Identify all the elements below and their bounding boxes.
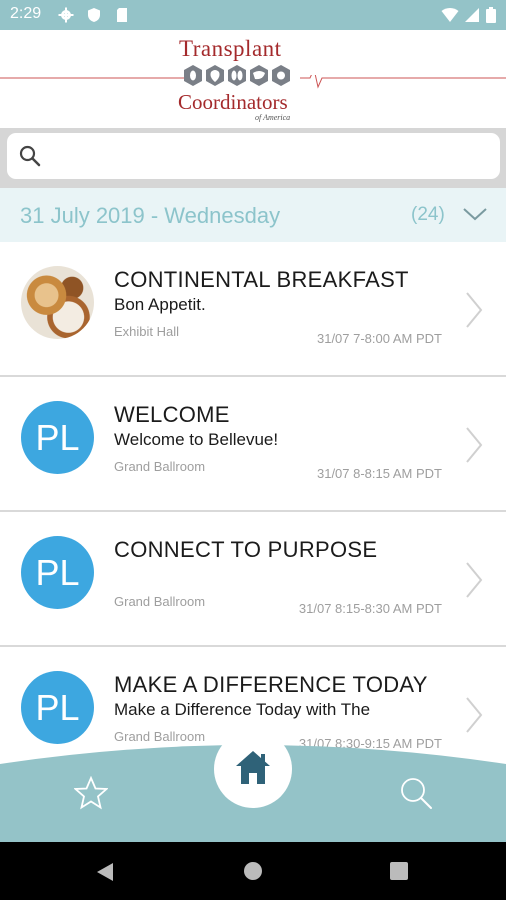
search-bar <box>0 128 506 188</box>
date-section-header[interactable]: 31 July 2019 - Wednesday (24) <box>0 188 506 242</box>
chevron-right-icon <box>466 562 483 598</box>
session-time: 31/07 8:15-8:30 AM PDT <box>298 601 442 616</box>
session-title: CONNECT TO PURPOSE <box>114 537 378 562</box>
session-subtitle: Make a Difference Today with The <box>114 700 371 719</box>
battery-icon <box>486 7 496 23</box>
session-location: Exhibit Hall <box>114 324 180 339</box>
search-icon <box>19 145 41 167</box>
session-subtitle: Welcome to Bellevue! <box>114 430 279 449</box>
home-icon <box>236 751 270 784</box>
home-button[interactable] <box>214 730 292 808</box>
gear-icon <box>58 7 74 23</box>
home-system-icon[interactable] <box>243 861 263 881</box>
avatar: PL <box>21 536 94 609</box>
avatar: PL <box>21 671 94 744</box>
chevron-right-icon <box>466 427 483 463</box>
wifi-icon <box>441 8 459 22</box>
session-title: CONTINENTAL BREAKFAST <box>114 267 409 292</box>
chevron-down-icon[interactable] <box>462 206 488 222</box>
system-navigation-bar <box>0 842 506 900</box>
session-time: 31/07 7-8:00 AM PDT <box>316 331 442 346</box>
status-time: 2:29 <box>10 5 42 22</box>
list-item[interactable]: CONTINENTAL BREAKFAST Bon Appetit. Exhib… <box>0 242 506 375</box>
list-item[interactable]: PL WELCOME Welcome to Bellevue! Grand Ba… <box>0 377 506 510</box>
logo-title: Transplant <box>179 36 282 61</box>
star-icon[interactable] <box>74 776 108 810</box>
section-count: (24) <box>411 204 445 225</box>
sd-card-icon <box>117 8 127 22</box>
logo-subtitle: Coordinators <box>178 90 288 114</box>
shield-icon <box>88 8 100 22</box>
session-location: Grand Ballroom <box>114 459 206 474</box>
logo-tagline: of America <box>255 113 291 122</box>
session-title: MAKE A DIFFERENCE TODAY <box>114 672 428 697</box>
signal-icon <box>465 8 479 22</box>
session-title: WELCOME <box>114 402 230 427</box>
session-subtitle: Bon Appetit. <box>114 295 206 314</box>
search-icon[interactable] <box>399 776 433 810</box>
chevron-right-icon <box>466 292 483 328</box>
session-location: Grand Ballroom <box>114 594 206 609</box>
chevron-right-icon <box>466 697 483 733</box>
session-time: 31/07 8-8:15 AM PDT <box>316 466 442 481</box>
recents-icon[interactable] <box>390 862 408 880</box>
avatar: PL <box>21 401 94 474</box>
organ-icons <box>184 65 290 86</box>
list-item[interactable]: PL CONNECT TO PURPOSE Grand Ballroom 31/… <box>0 512 506 645</box>
back-icon[interactable] <box>96 862 114 882</box>
app-header: Transplant Coordinators of America <box>0 30 506 128</box>
session-image <box>21 266 94 339</box>
status-bar: 2:29 <box>0 0 506 30</box>
section-date: 31 July 2019 - Wednesday <box>20 203 281 228</box>
search-input[interactable] <box>7 133 500 179</box>
